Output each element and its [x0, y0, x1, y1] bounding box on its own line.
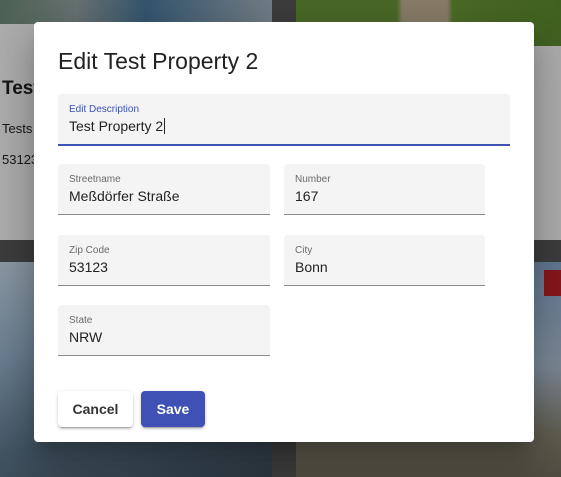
- save-button[interactable]: Save: [141, 391, 205, 427]
- zip-code-input[interactable]: 53123: [69, 259, 108, 275]
- state-label: State: [69, 315, 93, 326]
- number-field[interactable]: Number 167: [284, 164, 485, 215]
- state-input[interactable]: NRW: [69, 329, 102, 345]
- description-input[interactable]: Test Property 2: [69, 118, 166, 134]
- state-field[interactable]: State NRW: [58, 305, 270, 356]
- number-input[interactable]: 167: [295, 188, 318, 204]
- city-field[interactable]: City Bonn: [284, 235, 485, 286]
- description-field[interactable]: Edit Description Test Property 2: [58, 94, 510, 146]
- description-label: Edit Description: [69, 104, 140, 115]
- streetname-label: Streetname: [69, 174, 121, 185]
- streetname-input[interactable]: Meßdörfer Straße: [69, 188, 179, 204]
- city-input[interactable]: Bonn: [295, 259, 328, 275]
- zip-code-label: Zip Code: [69, 245, 110, 256]
- cancel-button[interactable]: Cancel: [58, 391, 133, 427]
- edit-property-dialog: Edit Test Property 2 Edit Description Te…: [34, 22, 534, 442]
- text-caret: [164, 118, 166, 134]
- number-label: Number: [295, 174, 331, 185]
- dialog-title: Edit Test Property 2: [58, 48, 259, 74]
- city-label: City: [295, 245, 313, 256]
- streetname-field[interactable]: Streetname Meßdörfer Straße: [58, 164, 270, 215]
- page: Test Tests 53123 Edit Test Property 2 Ed…: [0, 0, 561, 477]
- description-value: Test Property 2: [69, 118, 164, 134]
- zip-code-field[interactable]: Zip Code 53123: [58, 235, 270, 286]
